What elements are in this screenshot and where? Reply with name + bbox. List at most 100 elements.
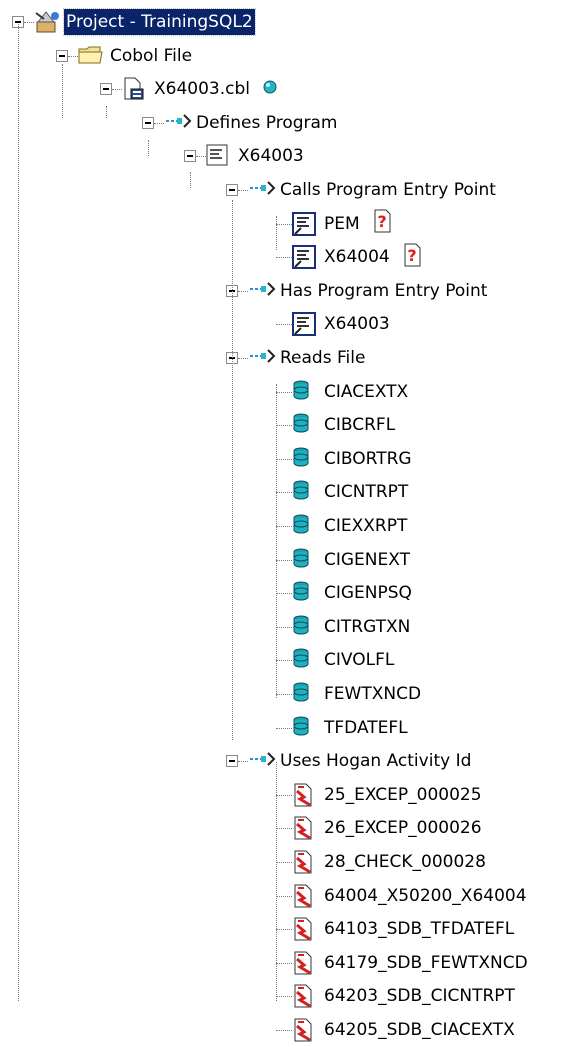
- activity-icon: [292, 951, 316, 975]
- tree-node-label: 64179_SDB_FEWTXNCD: [324, 952, 528, 973]
- datafile-icon: [292, 615, 316, 639]
- tree-connector: [276, 962, 292, 964]
- tree-connector: [276, 257, 292, 259]
- collapse-toggle-icon[interactable]: [226, 184, 238, 196]
- tree-connector: [238, 358, 248, 359]
- collapse-toggle-icon[interactable]: [142, 116, 154, 129]
- tree-node-data-file[interactable]: FEWTXNCD: [292, 678, 423, 710]
- unresolved-icon: ?: [372, 209, 392, 238]
- tree-node-label: X64003: [324, 314, 390, 335]
- tree-connector: [238, 190, 248, 191]
- tree-node-label: Uses Hogan Activity Id: [280, 751, 472, 772]
- tree-connector: [238, 761, 248, 763]
- tree-connector: [276, 391, 292, 393]
- tree-node-label: CIBCRFL: [324, 415, 396, 436]
- tree-node-label: X64003.cbl: [154, 79, 250, 100]
- tree-node-label: X64004: [324, 247, 390, 268]
- tree-node-hogan-activity[interactable]: 28_CHECK_000028: [292, 846, 488, 878]
- project-icon: [34, 10, 59, 34]
- activity-icon: [292, 850, 316, 874]
- tree-guide-line: [62, 64, 63, 118]
- tree-node-hogan-activity[interactable]: 64205_SDB_CIACEXTX: [292, 1014, 517, 1046]
- tree-node-label: Calls Program Entry Point: [280, 180, 496, 200]
- program-entry-icon: [292, 245, 316, 270]
- tree-guide-line: [106, 106, 107, 118]
- relation-icon: [164, 111, 192, 135]
- tree-node-data-file[interactable]: CIGENPSQ: [292, 577, 414, 609]
- tree-node-uses-hogan-activity[interactable]: Uses Hogan Activity Id: [248, 745, 473, 777]
- tree-node-called-entry[interactable]: X64004?: [292, 241, 422, 273]
- tree-view[interactable]: Project - TrainingSQL2 Cobol File X64003.c…: [0, 0, 570, 1042]
- tree-connector: [276, 626, 292, 628]
- relation-icon: [248, 279, 276, 303]
- cobol-file-icon: [122, 77, 146, 101]
- program-entry-icon: [292, 211, 316, 236]
- tree-node-label: 64205_SDB_CIACEXTX: [324, 1020, 515, 1040]
- tree-node-hogan-activity[interactable]: 64103_SDB_TFDATEFL: [292, 913, 516, 945]
- relation-icon: [248, 749, 276, 773]
- tree-node-label: Defines Program: [196, 112, 338, 133]
- tree-node-label: Reads File: [280, 348, 366, 368]
- tree-connector: [276, 593, 292, 595]
- tree-node-data-file[interactable]: CIVOLFL: [292, 644, 396, 676]
- tree-connector: [112, 89, 122, 91]
- tree-node-data-file[interactable]: CIACEXTX: [292, 376, 410, 408]
- tree-node-entry-point[interactable]: X64003: [292, 308, 392, 340]
- tree-node-label: X64003: [238, 146, 304, 167]
- tree-connector: [276, 458, 292, 460]
- tree-connector: [276, 929, 292, 931]
- tree-connector: [276, 425, 292, 427]
- tree-node-calls-entry-point[interactable]: Calls Program Entry Point: [248, 174, 498, 206]
- collapse-toggle-icon[interactable]: [100, 83, 112, 96]
- tree-node-label: FEWTXNCD: [324, 684, 422, 704]
- tree-node-label: Has Program Entry Point: [280, 280, 488, 301]
- tree-node-label: 25_EXCEP_000025: [324, 784, 482, 805]
- tree-node-x64003-cbl[interactable]: X64003.cbl: [122, 73, 278, 105]
- tree-guide-line: [276, 762, 277, 1001]
- tree-connector: [276, 1030, 292, 1031]
- collapse-toggle-icon[interactable]: [56, 49, 68, 62]
- status-dot-icon: [262, 79, 278, 100]
- tree-node-hogan-activity[interactable]: 25_EXCEP_000025: [292, 779, 484, 811]
- tree-connector: [24, 22, 34, 23]
- tree-node-data-file[interactable]: CIGENEXT: [292, 544, 412, 576]
- tree-node-data-file[interactable]: CIEXXRPT: [292, 510, 409, 542]
- tree-node-data-file[interactable]: CIBCRFL: [292, 409, 397, 441]
- activity-icon: [292, 917, 316, 941]
- tree-node-data-file[interactable]: TFDATEFL: [292, 712, 410, 744]
- tree-node-data-file[interactable]: CIBORTRG: [292, 443, 414, 475]
- collapse-toggle-icon[interactable]: [226, 755, 238, 768]
- tree-node-hogan-activity[interactable]: 64004_X50200_X64004: [292, 880, 529, 912]
- tree-connector: [276, 660, 292, 662]
- collapse-toggle-icon[interactable]: [184, 150, 196, 163]
- tree-node-called-entry[interactable]: PEM?: [292, 208, 392, 240]
- tree-node-data-file[interactable]: CITRGTXN: [292, 611, 412, 643]
- tree-node-reads-file[interactable]: Reads File: [248, 342, 367, 374]
- tree-node-hogan-activity[interactable]: 64179_SDB_FEWTXNCD: [292, 947, 530, 979]
- tree-connector: [238, 290, 248, 292]
- tree-node-hogan-activity[interactable]: 64203_SDB_CICNTRPT: [292, 980, 517, 1012]
- program-entry-icon: [292, 312, 316, 337]
- tree-node-hogan-activity[interactable]: 26_EXCEP_000026: [292, 812, 484, 844]
- activity-icon: [292, 984, 316, 1008]
- tree-connector: [276, 324, 292, 326]
- tree-node-label: Cobol File: [110, 45, 193, 66]
- datafile-icon: [292, 380, 316, 404]
- program-icon: [206, 144, 230, 168]
- unresolved-icon: ?: [402, 243, 422, 272]
- tree-node-defines-program[interactable]: Defines Program: [164, 107, 339, 139]
- tree-node-has-entry-point[interactable]: Has Program Entry Point: [248, 275, 489, 307]
- tree-node-cobol-file[interactable]: Cobol File: [78, 40, 194, 72]
- tree-connector: [276, 223, 292, 225]
- activity-icon: [292, 816, 316, 840]
- tree-node-program-x64003[interactable]: X64003: [206, 140, 306, 172]
- tree-node-project[interactable]: Project - TrainingSQL2: [34, 6, 256, 38]
- tree-connector: [196, 156, 206, 158]
- datafile-icon: [292, 514, 316, 538]
- tree-connector: [276, 862, 292, 863]
- tree-node-label: CIEXXRPT: [324, 516, 408, 536]
- tree-node-data-file[interactable]: CICNTRPT: [292, 476, 410, 508]
- tree-guide-line: [18, 24, 19, 1001]
- tree-node-label: CICNTRPT: [324, 482, 409, 503]
- tree-connector: [276, 895, 292, 897]
